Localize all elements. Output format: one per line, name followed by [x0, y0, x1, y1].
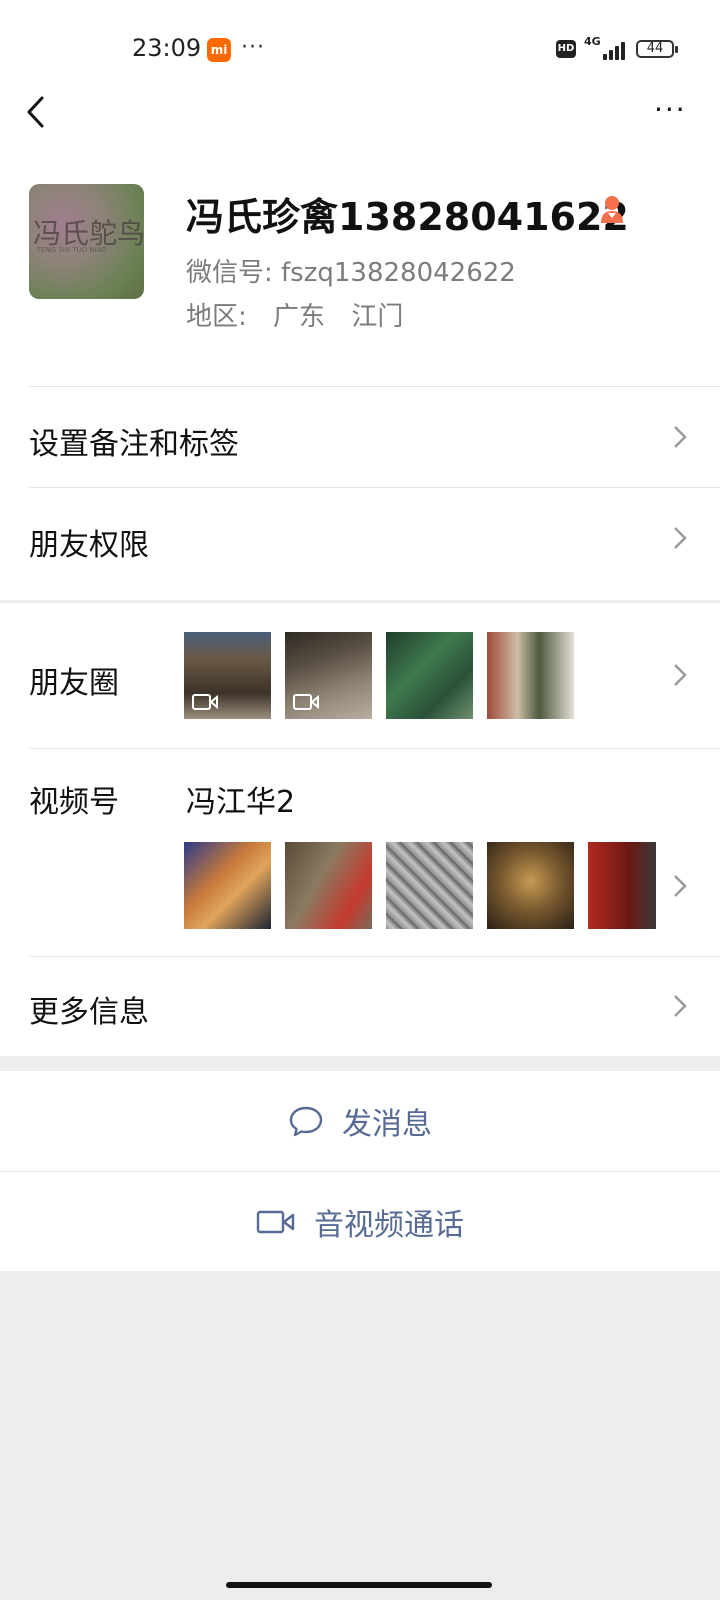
- network-type: 4G: [584, 35, 601, 48]
- status-bar: 23:09 mi ··· HD 4G 44: [0, 0, 720, 100]
- moments-thumbnail[interactable]: [184, 632, 271, 719]
- remarks-and-tags-row[interactable]: 设置备注和标签: [0, 387, 720, 487]
- more-info-row[interactable]: 更多信息: [0, 957, 720, 1056]
- voice-video-call-button[interactable]: 音视频通话: [0, 1172, 720, 1272]
- chevron-right-icon: [674, 995, 687, 1017]
- chevron-right-icon: [674, 875, 687, 897]
- actions-section: 发消息 音视频通话: [0, 1071, 720, 1271]
- video-icon: [293, 694, 319, 710]
- channels-thumbnail[interactable]: [285, 842, 372, 929]
- permissions-label: 朋友权限: [29, 528, 149, 563]
- chat-bubble-icon: [289, 1106, 323, 1137]
- signal-icon: [603, 40, 631, 60]
- region-province: 广东: [273, 302, 326, 332]
- female-user-icon: [601, 196, 623, 223]
- contact-name: 冯氏珍禽13828041622: [186, 195, 629, 239]
- send-message-label: 发消息: [342, 1107, 432, 1142]
- moments-row[interactable]: 朋友圈: [0, 603, 720, 746]
- voice-video-call-label: 音视频通话: [314, 1208, 464, 1243]
- moments-thumbnail[interactable]: [386, 632, 473, 719]
- region-city: 江门: [351, 302, 404, 332]
- status-overflow-icon: ···: [241, 35, 265, 60]
- avatar[interactable]: 冯氏鸵鸟 FENG SHI TUO NIAO: [29, 184, 144, 299]
- more-info-label: 更多信息: [29, 995, 149, 1030]
- mi-app-icon: mi: [207, 38, 231, 62]
- channels-row[interactable]: 视频号 冯江华2: [0, 749, 720, 954]
- back-button[interactable]: [22, 95, 52, 129]
- more-options-button[interactable]: ···: [654, 96, 687, 124]
- battery-icon: 44: [636, 40, 678, 58]
- moments-thumbnail[interactable]: [487, 632, 574, 719]
- channels-label: 视频号: [29, 785, 119, 820]
- home-indicator[interactable]: [226, 1582, 492, 1588]
- chevron-right-icon: [674, 527, 687, 549]
- region: 地区: 广东 江门: [186, 296, 403, 333]
- friend-permissions-row[interactable]: 朋友权限: [0, 488, 720, 588]
- chevron-right-icon: [674, 664, 687, 686]
- channels-thumbnail[interactable]: [386, 842, 473, 929]
- hd-voice-icon: HD: [556, 40, 576, 58]
- avatar-subtext: FENG SHI TUO NIAO: [37, 246, 107, 254]
- status-time: 23:09: [132, 34, 202, 62]
- wechat-id: 微信号: fszq13828042622: [186, 258, 516, 288]
- channels-thumbnail[interactable]: [184, 842, 271, 929]
- channels-thumbnail[interactable]: [487, 842, 574, 929]
- video-call-icon: [256, 1210, 295, 1234]
- channels-name: 冯江华2: [186, 785, 296, 820]
- region-label: 地区:: [186, 302, 247, 332]
- moments-thumbnail[interactable]: [285, 632, 372, 719]
- moments-label: 朋友圈: [29, 666, 119, 701]
- send-message-button[interactable]: 发消息: [0, 1071, 720, 1171]
- channels-thumbnail[interactable]: [588, 842, 656, 929]
- chevron-right-icon: [674, 426, 687, 448]
- content-section: 朋友圈 视频号 冯江华2 更多信息: [0, 603, 720, 1056]
- video-icon: [192, 694, 218, 710]
- remarks-label: 设置备注和标签: [29, 427, 239, 462]
